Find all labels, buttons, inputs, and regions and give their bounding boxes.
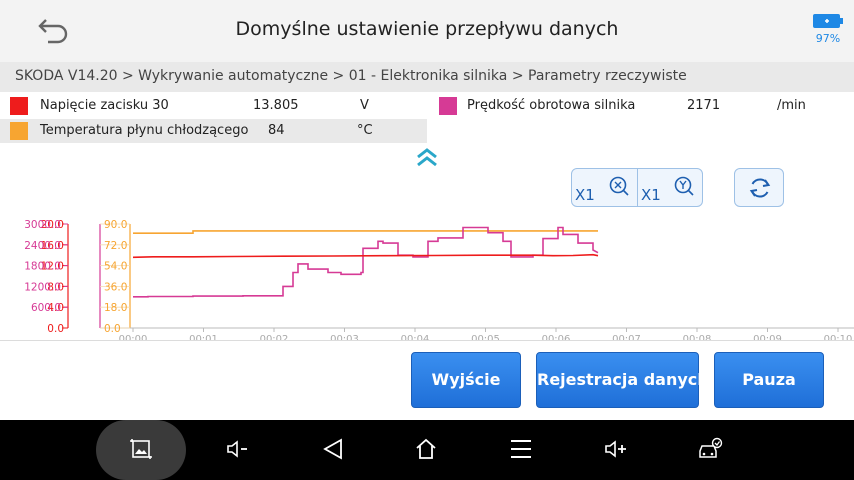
y-tick-label: 2400.0 bbox=[24, 240, 61, 252]
pause-button[interactable]: Pauza bbox=[714, 352, 824, 408]
coolant-temp-series-line bbox=[133, 230, 598, 234]
zoom-controls: X1 X1 bbox=[571, 168, 703, 207]
screenshot-icon bbox=[130, 439, 152, 459]
divider bbox=[0, 340, 854, 341]
menu-button[interactable] bbox=[496, 420, 546, 480]
y-tick-label: 18.0 bbox=[104, 302, 127, 314]
y-tick-label: 600.0 bbox=[31, 302, 61, 314]
series-color-swatch bbox=[10, 122, 28, 140]
refresh-button[interactable] bbox=[734, 168, 784, 207]
y-tick-label: 36.0 bbox=[104, 281, 127, 293]
zoom-x-button[interactable]: X1 bbox=[572, 169, 637, 206]
car-diagnostics-icon bbox=[699, 437, 723, 458]
volume-up-button[interactable] bbox=[590, 420, 640, 480]
y-tick-label: 54.0 bbox=[104, 261, 127, 273]
param-row: Temperatura płynu chłodzącego 84 °C bbox=[0, 119, 427, 143]
y-tick-label: 1800.0 bbox=[24, 261, 61, 273]
zoom-y-label: X1 bbox=[641, 186, 661, 204]
param-value: 2171 bbox=[687, 98, 721, 113]
param-row: Prędkość obrotowa silnika 2171 /min bbox=[427, 94, 854, 118]
volume-down-button[interactable] bbox=[212, 420, 262, 480]
param-value: 84 bbox=[268, 123, 285, 138]
zoom-x-label: X1 bbox=[575, 186, 595, 204]
breadcrumb: SKODA V14.20 > Wykrywanie automatyczne >… bbox=[0, 62, 854, 92]
zoom-y-icon bbox=[674, 176, 694, 196]
param-unit: /min bbox=[777, 98, 806, 113]
param-unit: °C bbox=[357, 123, 373, 138]
battery-icon bbox=[813, 14, 843, 28]
home-icon bbox=[416, 438, 436, 459]
param-row: Napięcie zacisku 30 13.805 V bbox=[0, 94, 427, 118]
back-triangle-icon bbox=[323, 438, 342, 460]
volume-down-icon bbox=[227, 440, 247, 458]
rpm-series-line bbox=[133, 226, 599, 298]
param-name: Napięcie zacisku 30 bbox=[40, 98, 169, 113]
y-tick-label: 0.0 bbox=[47, 323, 64, 335]
system-nav-bar bbox=[0, 420, 854, 480]
home-button[interactable] bbox=[401, 420, 451, 480]
menu-icon bbox=[511, 440, 531, 458]
y-tick-label: 90.0 bbox=[104, 219, 127, 231]
collapse-chevron-icon[interactable] bbox=[414, 146, 440, 168]
screenshot-button[interactable] bbox=[116, 420, 166, 480]
y-tick-label: 3000.0 bbox=[24, 219, 61, 231]
exit-button[interactable]: Wyjście bbox=[411, 352, 521, 408]
refresh-icon bbox=[749, 178, 771, 198]
header-bar: Domyślne ustawienie przepływu danych 97% bbox=[0, 0, 854, 62]
param-value: 13.805 bbox=[253, 98, 299, 113]
volume-up-icon bbox=[605, 440, 626, 458]
y-tick-label: 1200.0 bbox=[24, 281, 61, 293]
y-tick-label: 72.0 bbox=[104, 240, 127, 252]
series-color-swatch bbox=[439, 97, 457, 115]
zoom-x-icon bbox=[609, 176, 629, 196]
battery-percent: 97% bbox=[815, 32, 841, 45]
diagnostics-car-button[interactable] bbox=[684, 420, 734, 480]
series-color-swatch bbox=[10, 97, 28, 115]
live-data-chart: 20.016.012.08.04.00.03000.02400.01800.01… bbox=[24, 219, 854, 340]
back-button[interactable] bbox=[308, 420, 358, 480]
param-unit: V bbox=[360, 98, 369, 113]
page-title: Domyślne ustawienie przepływu danych bbox=[235, 18, 619, 40]
param-name: Temperatura płynu chłodzącego bbox=[40, 123, 249, 138]
record-data-button[interactable]: Rejestracja danych bbox=[536, 352, 709, 408]
param-name: Prędkość obrotowa silnika bbox=[467, 98, 636, 113]
zoom-y-button[interactable]: X1 bbox=[638, 169, 703, 206]
